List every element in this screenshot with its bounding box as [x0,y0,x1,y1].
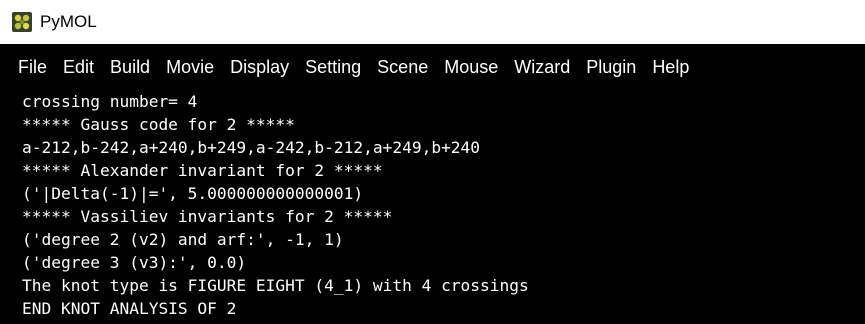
menu-movie[interactable]: Movie [158,57,222,78]
menu-plugin[interactable]: Plugin [578,57,644,78]
menu-build[interactable]: Build [102,57,158,78]
menu-wizard[interactable]: Wizard [506,57,578,78]
menu-bar: File Edit Build Movie Display Setting Sc… [0,44,865,90]
console-line: ***** Vassiliev invariants for 2 ***** [22,207,393,226]
console-line: ***** Alexander invariant for 2 ***** [22,161,383,180]
menu-setting[interactable]: Setting [297,57,369,78]
console-line: ***** Gauss code for 2 ***** [22,115,295,134]
console-line: ('|Delta(-1)|=', 5.000000000000001) [22,184,364,203]
console-line: crossing number= 4 [22,92,198,111]
console-line: END KNOT ANALYSIS OF 2 [22,299,237,318]
console-line: The knot type is FIGURE EIGHT (4_1) with… [22,276,529,295]
console-line: ('degree 3 (v3):', 0.0) [22,253,247,272]
console-line: a-212,b-242,a+240,b+249,a-242,b-212,a+24… [22,138,481,157]
window-title: PyMOL [40,12,97,31]
pymol-window: PyMOL File Edit Build Movie Display Sett… [0,0,865,324]
console-line: ('degree 2 (v2) and arf:', -1, 1) [22,230,344,249]
menu-scene[interactable]: Scene [369,57,436,78]
menu-display[interactable]: Display [222,57,297,78]
menu-help[interactable]: Help [644,57,697,78]
pymol-app-icon [12,12,32,32]
menu-file[interactable]: File [10,57,55,78]
menu-edit[interactable]: Edit [55,57,102,78]
title-bar[interactable]: PyMOL [0,0,865,44]
console-output[interactable]: crossing number= 4 ***** Gauss code for … [0,90,865,324]
menu-mouse[interactable]: Mouse [436,57,506,78]
